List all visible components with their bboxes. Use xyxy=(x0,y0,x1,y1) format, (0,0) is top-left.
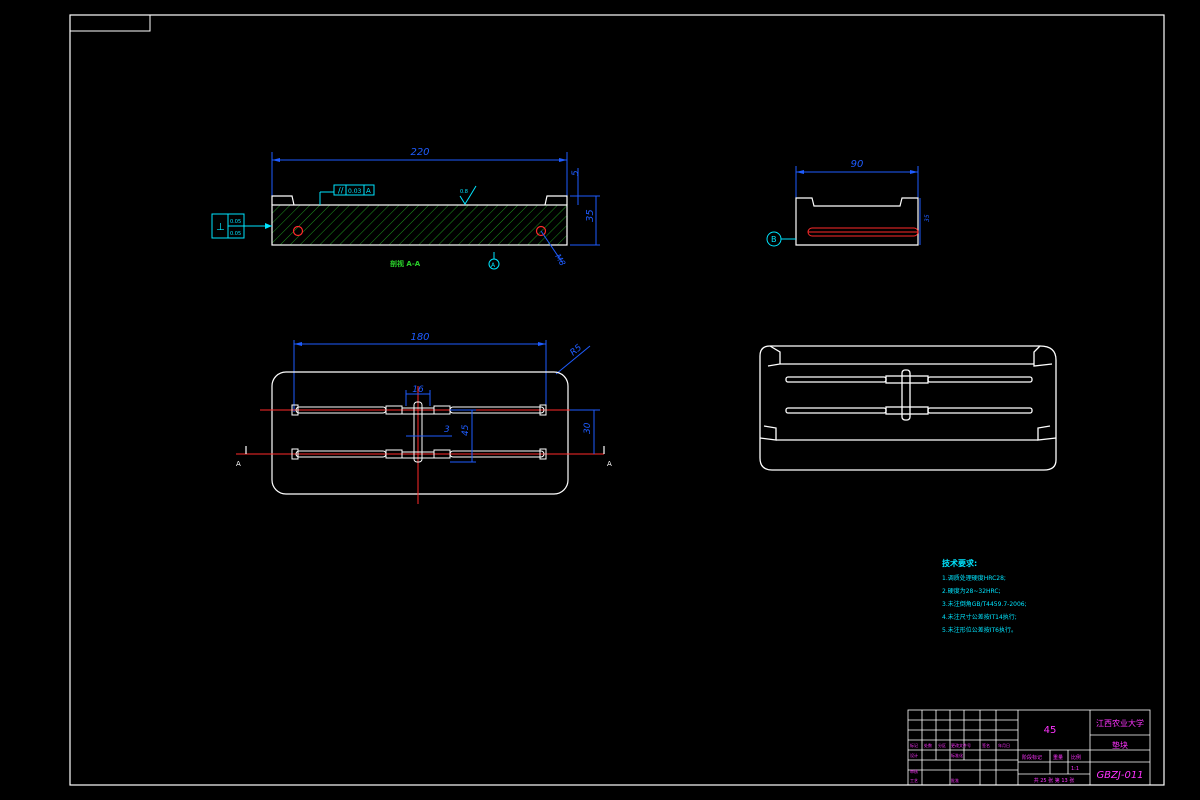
side-dim-width: 90 xyxy=(851,159,864,170)
note-item: 1.调质处理硬度HRC28; xyxy=(942,574,1006,582)
drawing-number: GBZJ-011 xyxy=(1096,770,1143,781)
flatness-datum: A xyxy=(366,187,371,195)
notes-title: 技术要求: xyxy=(942,558,977,568)
svg-text:A: A xyxy=(491,262,496,269)
note-item: 5.未注形位公差按IT6执行。 xyxy=(942,626,1017,634)
svg-text:⊥: ⊥ xyxy=(216,222,225,233)
flatness-tolerance-frame: // 0.03 A xyxy=(319,184,375,205)
scale-value: 1:1 xyxy=(1071,766,1079,772)
svg-text:设计: 设计 xyxy=(910,752,918,758)
svg-text:更改文件号: 更改文件号 xyxy=(951,742,971,748)
section-mark-left: A xyxy=(236,460,241,468)
dim-height: 35 xyxy=(585,209,596,222)
dim-step: 5 xyxy=(571,170,581,176)
technical-notes: 技术要求: 1.调质处理硬度HRC28; 2.硬度为28~32HRC; 3.未注… xyxy=(942,558,1027,634)
section-mark-right: A xyxy=(607,460,612,468)
svg-text:标准化: 标准化 xyxy=(951,752,963,758)
plan-dim-gap: 16 xyxy=(412,385,424,395)
scale-label: 比例 xyxy=(1071,754,1081,761)
plan-dim-span: 180 xyxy=(410,332,429,343)
section-view: 220 35 5 // 0.03 A ⊥ 0.05 0.05 0.8 M8 A … xyxy=(211,147,600,270)
plan-dim-pitch: 45 xyxy=(461,424,471,436)
svg-text:批准: 批准 xyxy=(951,777,959,783)
surface-finish-symbol: 0.8 xyxy=(459,185,477,205)
weight-label: 重量 xyxy=(1053,754,1063,761)
plan-dim-corner: R5 xyxy=(569,343,585,359)
perp-value-2: 0.05 xyxy=(230,231,241,237)
side-datum: B xyxy=(771,235,777,244)
svg-text:处数: 处数 xyxy=(924,742,932,748)
cad-drawing-canvas: 220 35 5 // 0.03 A ⊥ 0.05 0.05 0.8 M8 A … xyxy=(69,14,1165,786)
svg-text:年月日: 年月日 xyxy=(998,742,1010,748)
svg-text:工艺: 工艺 xyxy=(910,778,918,783)
part-name: 垫块 xyxy=(1112,740,1128,750)
note-item: 2.硬度为28~32HRC; xyxy=(942,587,1001,595)
side-view: 90 35 B xyxy=(766,159,931,247)
side-dim-height: 35 xyxy=(924,214,931,222)
flatness-value: 0.03 xyxy=(348,188,362,195)
svg-text:审核: 审核 xyxy=(910,768,918,774)
note-item: 4.未注尺寸公差按IT14执行; xyxy=(942,613,1017,621)
school-name: 江西农业大学 xyxy=(1096,718,1144,728)
section-label: 剖视 A-A xyxy=(390,259,421,268)
perpendicularity-frame: ⊥ 0.05 0.05 xyxy=(211,213,272,239)
section-body xyxy=(271,204,568,246)
svg-text:签名: 签名 xyxy=(982,742,990,748)
callout-m: M8 xyxy=(553,253,567,268)
svg-text:分区: 分区 xyxy=(938,742,946,748)
isometric-view xyxy=(759,345,1057,471)
surface-finish-value: 0.8 xyxy=(460,189,468,195)
plan-view: 180 R5 16 3 45 30 A A xyxy=(236,332,612,504)
svg-text:标记: 标记 xyxy=(910,742,918,748)
datum-marker: A xyxy=(488,252,500,270)
title-corner-box xyxy=(69,14,151,32)
material: 45 xyxy=(1044,725,1057,736)
sheet-count: 共 25 张 第 13 张 xyxy=(1034,777,1075,784)
drawing-border xyxy=(69,14,1165,786)
svg-text://: // xyxy=(338,186,344,195)
note-item: 3.未注倒角GB/T4459.7-2006; xyxy=(942,600,1027,608)
perp-value-1: 0.05 xyxy=(230,219,241,225)
plan-dim-row: 30 xyxy=(583,422,593,434)
dim-length: 220 xyxy=(410,147,429,158)
plan-dim-small: 3 xyxy=(444,425,450,435)
stage-label: 阶段标记 xyxy=(1022,754,1042,761)
